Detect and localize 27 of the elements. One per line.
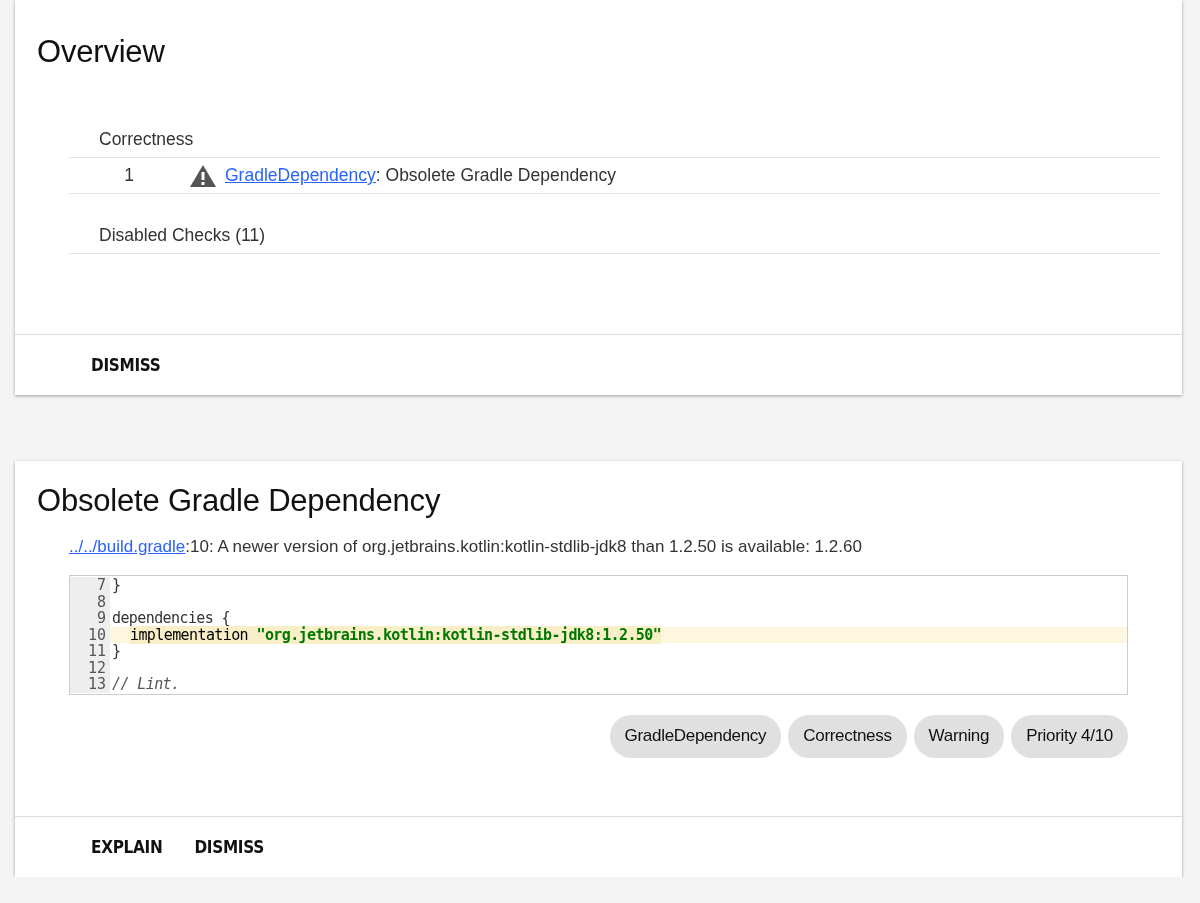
code-text: } — [112, 576, 121, 594]
code-text: } — [112, 642, 121, 660]
card-title: Overview — [37, 34, 165, 70]
code-text: implementation — [130, 625, 257, 644]
card-title: Obsolete Gradle Dependency — [37, 483, 441, 519]
file-link[interactable]: ../../build.gradle — [69, 537, 186, 556]
category-label: Disabled Checks (11) — [99, 225, 265, 245]
code-text: // Lint. — [112, 675, 180, 693]
issue-count: 1 — [124, 165, 134, 185]
dismiss-button[interactable]: DISMISS — [75, 347, 177, 383]
code-text: "org.jetbrains.kotlin:kotlin-stdlib-jdk8:1.2.50" — [256, 625, 662, 644]
explain-button[interactable]: EXPLAIN — [75, 828, 179, 865]
tag-chip: Warning — [913, 714, 1005, 758]
issue-summary: GradleDependency: Obsolete Gradle Dependency — [225, 165, 617, 186]
line-number: 13 — [70, 676, 110, 693]
warning-icon — [189, 163, 217, 188]
tag-chip: Correctness — [788, 714, 907, 758]
line-number: 11 — [70, 643, 110, 660]
issue-link[interactable]: GradleDependency — [225, 165, 376, 185]
category-label: Correctness — [99, 129, 194, 149]
issue-message: ../../build.gradle:10: A newer version of org.jetbrains.kotlin:kotlin-stdlib-jdk8 than 1.2.50 is available: 1.2.60 — [69, 537, 863, 557]
code-text: dependencies { — [112, 609, 231, 627]
line-number: 7 — [70, 577, 110, 594]
tag-chip: GradleDependency — [609, 714, 782, 758]
dismiss-button[interactable]: DISMISS — [178, 828, 280, 865]
line-number: 9 — [70, 610, 110, 627]
tag-chip: Priority 4/10 — [1011, 714, 1128, 758]
